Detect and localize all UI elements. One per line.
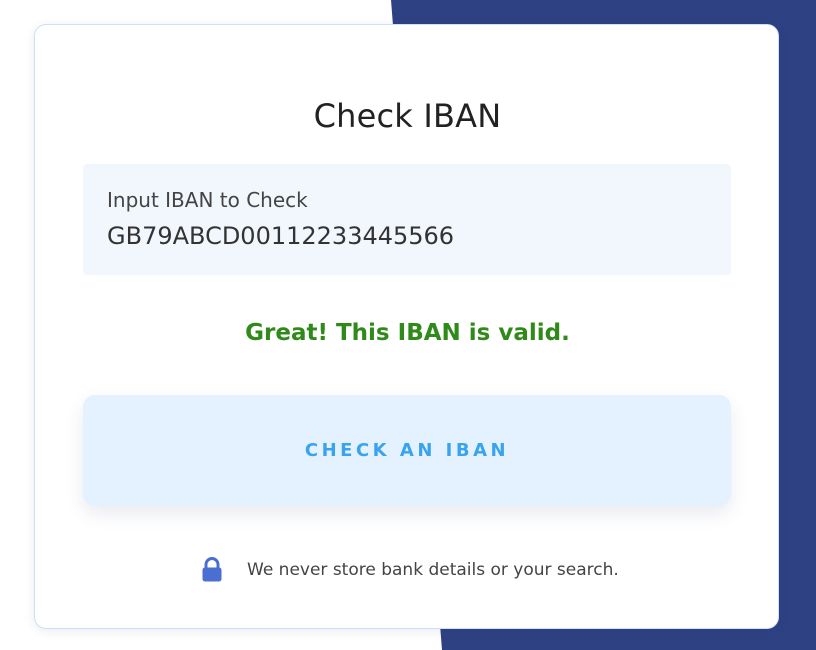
page-title: Check IBAN xyxy=(313,97,502,135)
iban-input-field[interactable] xyxy=(107,222,707,250)
lock-icon xyxy=(202,557,222,582)
validation-success-message: Great! This IBAN is valid. xyxy=(245,320,570,346)
privacy-note: We never store bank details or your sear… xyxy=(201,555,619,585)
privacy-note-text: We never store bank details or your sear… xyxy=(247,560,619,580)
check-iban-card: Check IBAN Input IBAN to Check Great! Th… xyxy=(34,24,779,629)
iban-input-container[interactable]: Input IBAN to Check xyxy=(83,164,731,275)
check-iban-button[interactable]: CHECK AN IBAN xyxy=(83,395,731,506)
iban-input-label: Input IBAN to Check xyxy=(107,188,308,212)
page: Check IBAN Input IBAN to Check Great! Th… xyxy=(0,0,816,650)
